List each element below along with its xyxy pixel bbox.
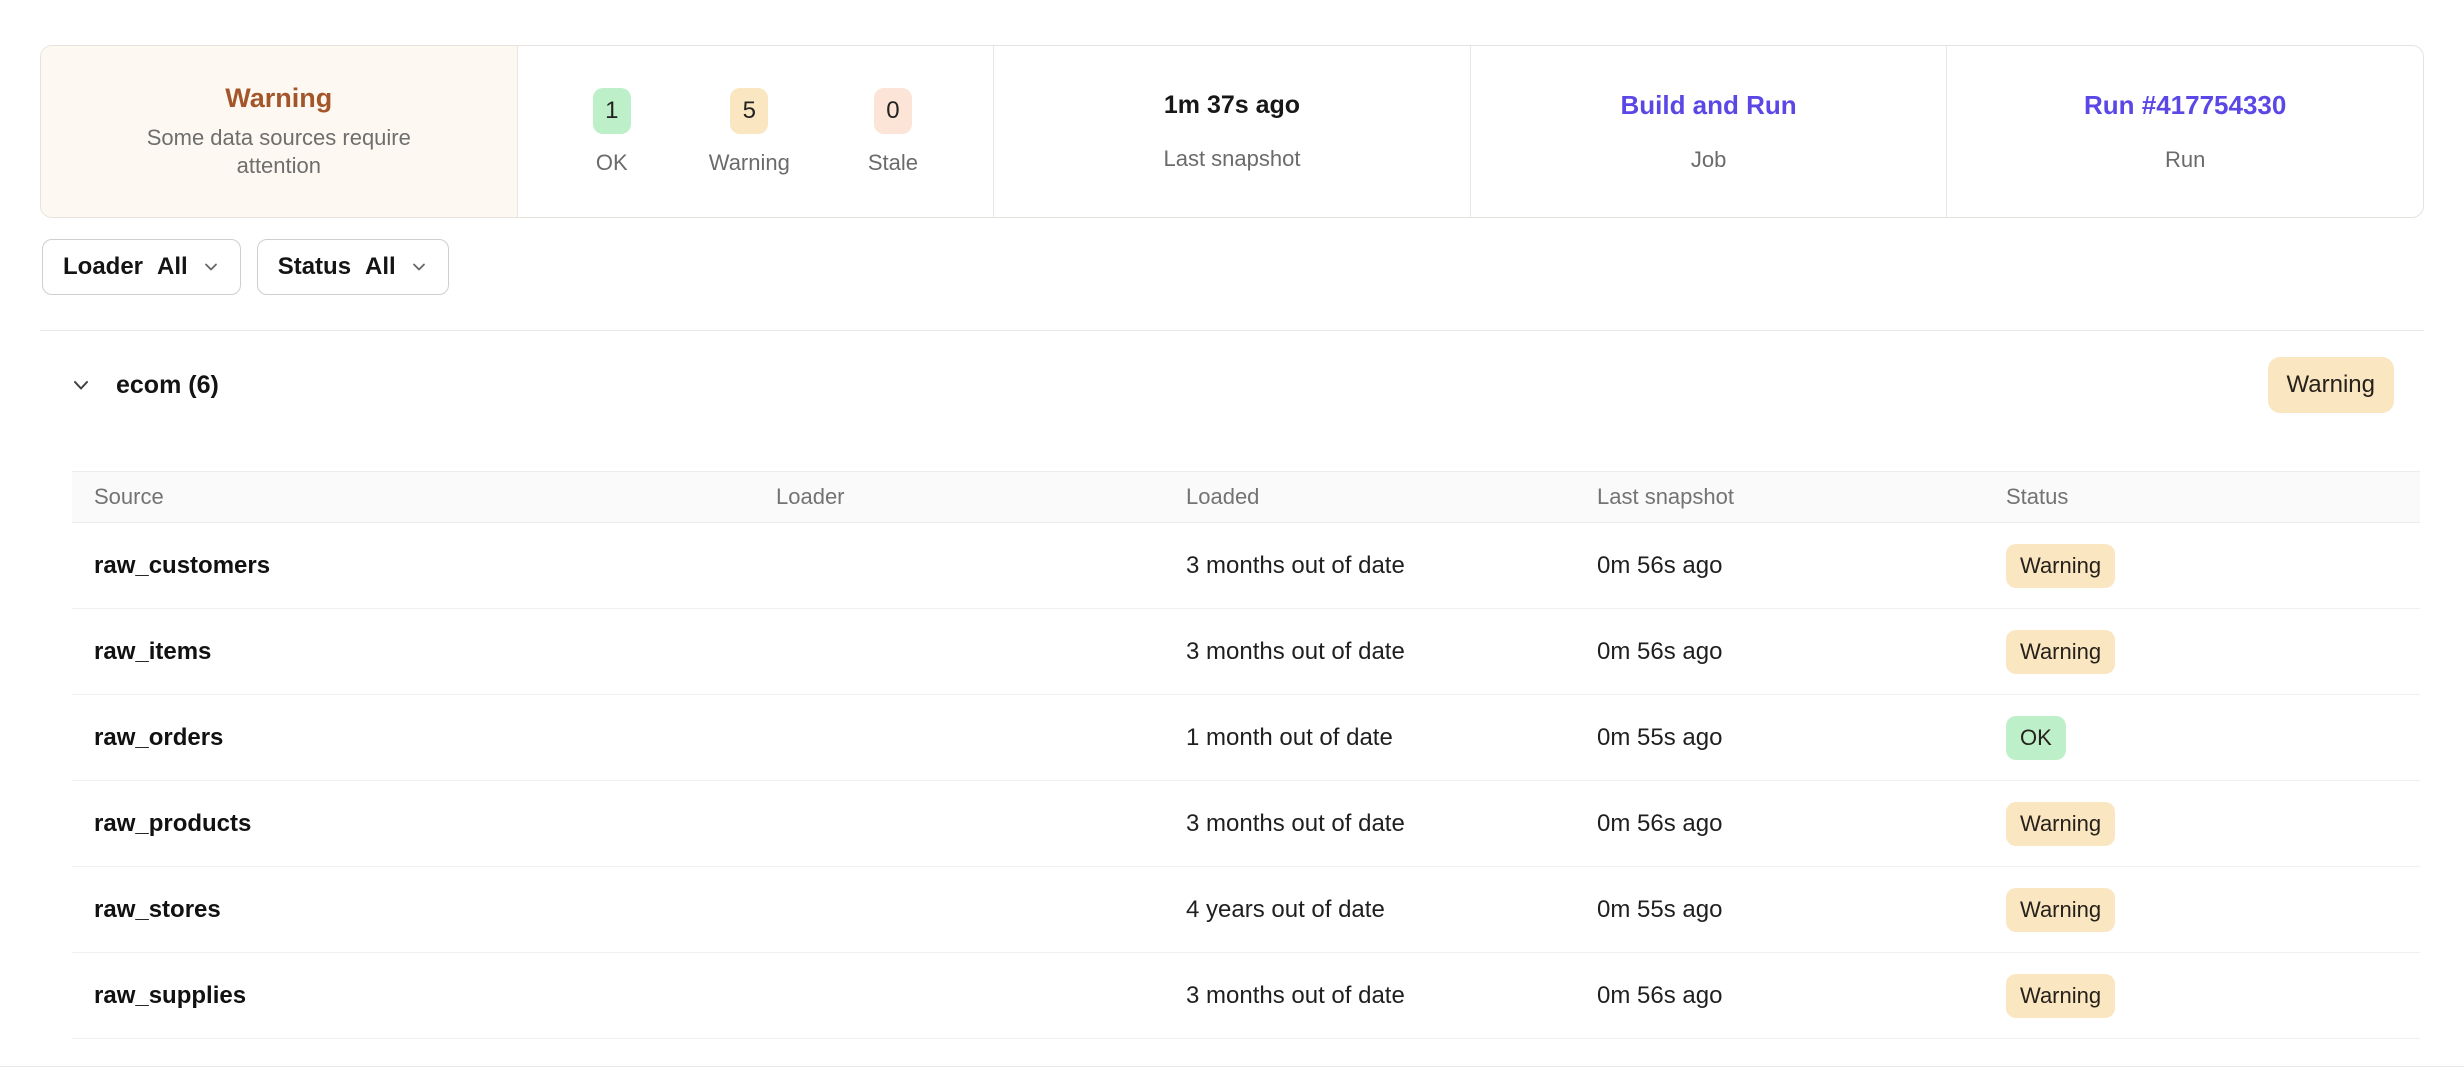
chevron-down-icon[interactable]	[70, 374, 92, 396]
table-row[interactable]: raw_supplies 3 months out of date 0m 56s…	[72, 953, 2420, 1039]
table-body: raw_customers 3 months out of date 0m 56…	[72, 523, 2420, 1039]
source-name: raw_stores	[94, 896, 776, 924]
summary-card: Warning Some data sources require attent…	[40, 45, 2424, 218]
job-link[interactable]: Build and Run	[1620, 90, 1796, 121]
filter-bar: Loader All Status All	[42, 239, 2464, 295]
status-badge: Warning	[2006, 544, 2115, 588]
loader-filter-value: All	[157, 253, 188, 281]
bottom-divider	[0, 1066, 2464, 1067]
snapshot-value: 0m 56s ago	[1597, 638, 2006, 666]
loaded-value: 1 month out of date	[1186, 724, 1597, 752]
stale-count-label: Stale	[868, 150, 918, 176]
group-title: ecom (6)	[116, 371, 219, 400]
group-header-ecom[interactable]: ecom (6) Warning	[0, 331, 2464, 439]
source-name: raw_items	[94, 638, 776, 666]
status-badge: OK	[2006, 716, 2066, 760]
snapshot-value: 0m 55s ago	[1597, 724, 2006, 752]
snapshot-value: 0m 56s ago	[1597, 810, 2006, 838]
chevron-down-icon	[410, 258, 428, 276]
col-header-status: Status	[2006, 484, 2420, 510]
status-filter-name: Status	[278, 253, 351, 281]
job-label: Job	[1691, 147, 1726, 173]
loader-filter-dropdown[interactable]: Loader All	[42, 239, 241, 295]
warning-count-badge: 5	[730, 88, 768, 134]
table-row[interactable]: raw_products 3 months out of date 0m 56s…	[72, 781, 2420, 867]
overall-status-subtitle: Some data sources require attention	[129, 124, 429, 180]
table-row[interactable]: raw_orders 1 month out of date 0m 55s ag…	[72, 695, 2420, 781]
status-counts-card: 1 OK 5 Warning 0 Stale	[517, 46, 994, 217]
warning-count-label: Warning	[709, 150, 790, 176]
status-filter-value: All	[365, 253, 396, 281]
ok-count-badge: 1	[593, 88, 631, 134]
loaded-value: 3 months out of date	[1186, 638, 1597, 666]
status-badge: Warning	[2006, 974, 2115, 1018]
loaded-value: 3 months out of date	[1186, 982, 1597, 1010]
status-badge: Warning	[2006, 802, 2115, 846]
table-row[interactable]: raw_customers 3 months out of date 0m 56…	[72, 523, 2420, 609]
last-snapshot-value: 1m 37s ago	[1164, 91, 1300, 120]
source-name: raw_customers	[94, 552, 776, 580]
status-filter-dropdown[interactable]: Status All	[257, 239, 449, 295]
sources-table: Source Loader Loaded Last snapshot Statu…	[72, 471, 2420, 1039]
stat-ok: 1 OK	[593, 88, 631, 176]
table-row[interactable]: raw_items 3 months out of date 0m 56s ag…	[72, 609, 2420, 695]
last-snapshot-card: 1m 37s ago Last snapshot	[993, 46, 1470, 217]
col-header-source: Source	[94, 484, 776, 510]
stat-warning: 5 Warning	[709, 88, 790, 176]
snapshot-value: 0m 56s ago	[1597, 982, 2006, 1010]
loaded-value: 3 months out of date	[1186, 552, 1597, 580]
table-header-row: Source Loader Loaded Last snapshot Statu…	[72, 471, 2420, 523]
last-snapshot-label: Last snapshot	[1163, 146, 1300, 172]
source-name: raw_products	[94, 810, 776, 838]
stat-stale: 0 Stale	[868, 88, 918, 176]
run-label: Run	[2165, 147, 2205, 173]
stale-count-badge: 0	[874, 88, 912, 134]
loaded-value: 4 years out of date	[1186, 896, 1597, 924]
status-badge: Warning	[2006, 630, 2115, 674]
table-row[interactable]: raw_stores 4 years out of date 0m 55s ag…	[72, 867, 2420, 953]
source-name: raw_supplies	[94, 982, 776, 1010]
col-header-loaded: Loaded	[1186, 484, 1597, 510]
status-counts: 1 OK 5 Warning 0 Stale	[593, 88, 918, 176]
loaded-value: 3 months out of date	[1186, 810, 1597, 838]
run-card: Run #417754330 Run	[1946, 46, 2423, 217]
loader-filter-name: Loader	[63, 253, 143, 281]
status-badge: Warning	[2006, 888, 2115, 932]
job-card: Build and Run Job	[1470, 46, 1947, 217]
snapshot-value: 0m 56s ago	[1597, 552, 2006, 580]
snapshot-value: 0m 55s ago	[1597, 896, 2006, 924]
run-link[interactable]: Run #417754330	[2084, 90, 2286, 121]
overall-status-title: Warning	[225, 83, 332, 114]
group-status-badge: Warning	[2268, 357, 2394, 413]
col-header-last-snapshot: Last snapshot	[1597, 484, 2006, 510]
chevron-down-icon	[202, 258, 220, 276]
overall-status-card: Warning Some data sources require attent…	[41, 46, 517, 217]
col-header-loader: Loader	[776, 484, 1186, 510]
source-name: raw_orders	[94, 724, 776, 752]
ok-count-label: OK	[596, 150, 628, 176]
